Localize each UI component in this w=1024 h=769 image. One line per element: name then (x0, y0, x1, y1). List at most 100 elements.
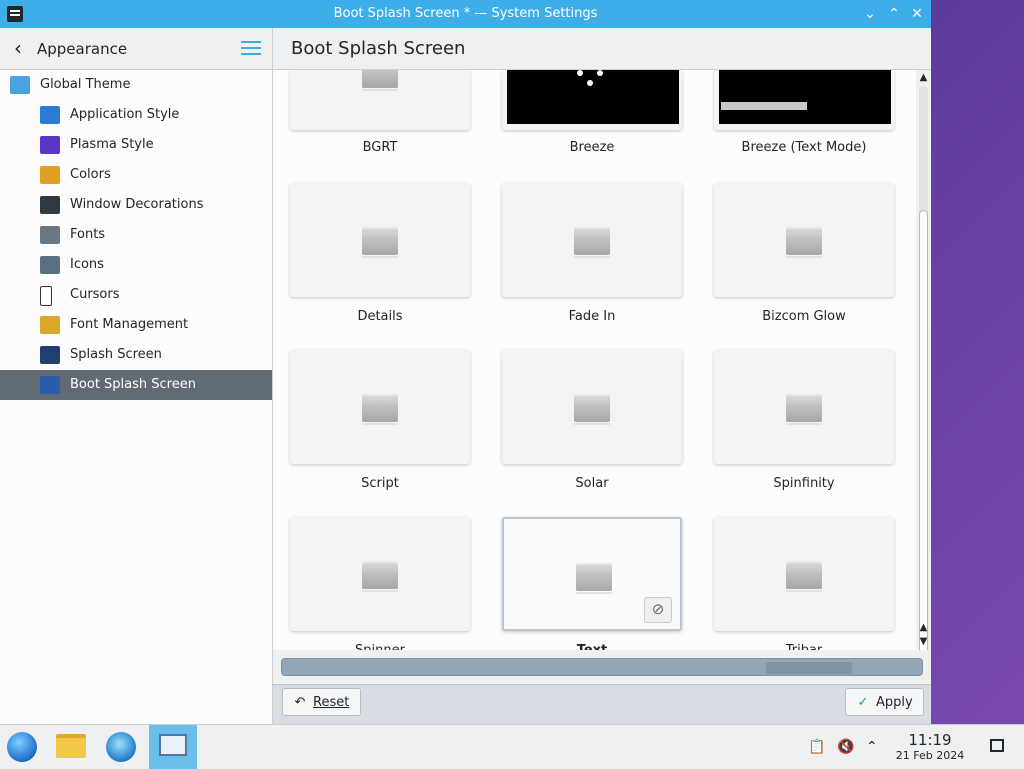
clock-date: 21 Feb 2024 (895, 749, 965, 762)
theme-preview[interactable] (714, 517, 894, 631)
sidebar: ‹ Appearance Global Theme Application Sty… (0, 28, 273, 724)
sidebar-item-plasma-style[interactable]: Plasma Style (0, 130, 272, 160)
theme-grid: BGRT Breeze Breeze (Text Mode) Details Fade … (273, 70, 916, 650)
theme-preview[interactable] (502, 183, 682, 297)
sidebar-title[interactable]: Appearance (37, 40, 127, 58)
theme-preview[interactable] (714, 350, 894, 464)
window-title: Boot Splash Screen * — System Settings (333, 6, 598, 21)
sidebar-item-boot-splash-screen[interactable]: Boot Splash Screen (0, 370, 272, 400)
file-manager-button[interactable] (48, 725, 96, 769)
sidebar-item-label: Splash Screen (70, 347, 162, 362)
theme-preview[interactable] (290, 350, 470, 464)
font-management-icon (40, 316, 60, 334)
sidebar-item-application-style[interactable]: Application Style (0, 100, 272, 130)
theme-name: Fade In (568, 309, 616, 324)
image-placeholder-icon (574, 227, 610, 258)
scrollbar-thumb[interactable] (919, 210, 928, 658)
hscroll-thumb[interactable] (766, 662, 852, 674)
theme-preview[interactable] (290, 183, 470, 297)
sidebar-item-global-theme[interactable]: Global Theme (0, 70, 272, 100)
image-placeholder-icon (786, 394, 822, 425)
taskbar: 📋 🔇 ⌃ 11:19 21 Feb 2024 (0, 724, 1024, 769)
theme-preview[interactable]: ⊘ (502, 517, 682, 631)
maximize-button[interactable]: ⌃ (884, 4, 904, 24)
hscroll-track[interactable] (281, 658, 923, 676)
volume-muted-icon[interactable]: 🔇 (837, 739, 854, 755)
theme-name: BGRT (362, 140, 398, 155)
vertical-scrollbar[interactable]: ▲ ▲ ▼ (916, 70, 931, 658)
system-settings-taskbar-item[interactable] (149, 725, 197, 769)
sidebar-item-fonts[interactable]: Fonts (0, 220, 272, 250)
theme-name: Breeze (569, 140, 615, 155)
theme-preview[interactable] (502, 70, 682, 130)
sidebar-item-window-decorations[interactable]: Window Decorations (0, 190, 272, 220)
close-button[interactable]: ✕ (907, 4, 927, 24)
start-menu-button[interactable] (0, 725, 48, 769)
scroll-down-icon[interactable]: ▲ (917, 622, 930, 633)
theme-name: Spinfinity (773, 476, 835, 491)
page-header: Boot Splash Screen (273, 28, 931, 70)
minimize-button[interactable]: ⌄ (860, 4, 880, 24)
sidebar-item-cursors[interactable]: Cursors (0, 280, 272, 310)
sidebar-item-icons[interactable]: Icons (0, 250, 272, 280)
theme-name: Spinner (290, 643, 470, 650)
reset-label: Reset (313, 695, 350, 710)
reset-button[interactable]: ↶ Reset (282, 688, 361, 716)
theme-name: Breeze (Text Mode) (741, 140, 867, 155)
apply-button[interactable]: ✓ Apply (845, 688, 924, 716)
globe-theme-icon (10, 76, 30, 94)
sidebar-item-label: Window Decorations (70, 197, 204, 212)
footer-bar: ↶ Reset ✓ Apply (273, 684, 931, 724)
show-hidden-icons-icon[interactable]: ⌃ (866, 739, 878, 755)
theme-preview[interactable] (290, 517, 470, 631)
page-title: Boot Splash Screen (291, 38, 466, 59)
sidebar-item-label: Cursors (70, 287, 120, 302)
breeze-preview-image (507, 70, 679, 124)
horizontal-scrollbar[interactable] (273, 650, 931, 684)
hamburger-menu-icon[interactable] (241, 41, 261, 57)
theme-preview[interactable] (714, 183, 894, 297)
checkmark-icon: ✓ (857, 695, 869, 710)
scroll-down-icon[interactable]: ▼ (917, 636, 930, 647)
plasma-style-icon (40, 136, 60, 154)
splash-screen-icon (40, 346, 60, 364)
theme-preview[interactable] (290, 70, 470, 130)
digital-clock[interactable]: 11:19 21 Feb 2024 (888, 731, 972, 763)
title-bar[interactable]: Boot Splash Screen * — System Settings ⌄… (0, 0, 931, 28)
sidebar-item-label: Icons (70, 257, 104, 272)
sidebar-item-label: Fonts (70, 227, 106, 242)
application-style-icon (40, 106, 60, 124)
web-browser-icon (106, 732, 136, 762)
clipboard-icon[interactable]: 📋 (808, 739, 825, 755)
colors-icon (40, 166, 60, 184)
progress-dot (577, 70, 583, 76)
sidebar-item-label: Boot Splash Screen (70, 377, 196, 392)
theme-name: Solar (575, 476, 609, 491)
back-icon[interactable]: ‹ (14, 38, 28, 58)
show-desktop-icon[interactable] (990, 739, 1004, 752)
sidebar-item-colors[interactable]: Colors (0, 160, 272, 190)
theme-name: Tribar (714, 643, 894, 650)
image-placeholder-icon (362, 227, 398, 258)
icons-icon (40, 256, 60, 274)
theme-name: Bizcom Glow (762, 309, 846, 324)
uninstall-icon[interactable]: ⊘ (644, 597, 672, 623)
sidebar-item-splash-screen[interactable]: Splash Screen (0, 340, 272, 370)
progress-dot (587, 80, 593, 86)
progress-bar (721, 102, 807, 110)
theme-name: Text (502, 643, 682, 650)
web-browser-button[interactable] (98, 725, 146, 769)
fonts-icon (40, 226, 60, 244)
image-placeholder-icon (786, 227, 822, 258)
clock-time: 11:19 (908, 731, 952, 749)
image-placeholder-icon (576, 563, 612, 594)
image-placeholder-icon (362, 394, 398, 425)
theme-preview[interactable] (714, 70, 894, 130)
cursors-icon (40, 286, 52, 306)
sidebar-header: ‹ Appearance (0, 28, 272, 70)
theme-preview[interactable] (502, 350, 682, 464)
theme-name: Details (357, 309, 403, 324)
scroll-up-icon[interactable]: ▲ (917, 72, 930, 83)
sidebar-item-font-management[interactable]: Font Management (0, 310, 272, 340)
system-settings-icon (159, 734, 187, 756)
